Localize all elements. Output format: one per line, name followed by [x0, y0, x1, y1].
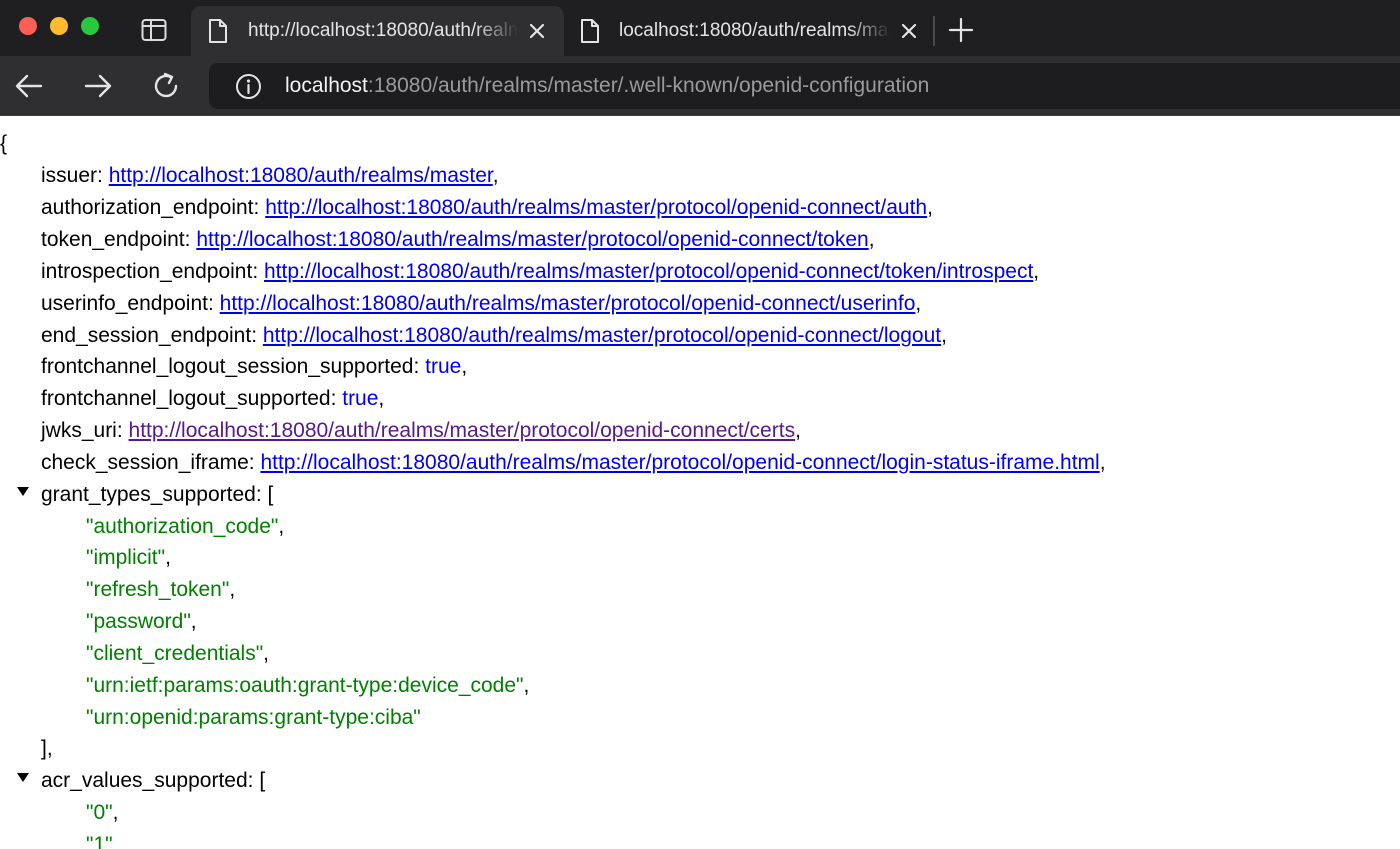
minimize-window-button[interactable] — [50, 17, 68, 35]
json-entry-token-endpoint: token_endpoint: http://localhost:18080/a… — [41, 228, 875, 251]
json-key: grant_types_supported — [41, 483, 256, 506]
json-key: jwks_uri — [41, 419, 117, 442]
json-array-item: "password", — [86, 610, 197, 633]
collapse-triangle-icon[interactable] — [17, 773, 29, 782]
json-key: introspection_endpoint — [41, 260, 253, 283]
json-string-value: "refresh_token" — [86, 578, 230, 601]
tab-title: localhost:18080/auth/realms/master/.well… — [619, 20, 891, 41]
tab-bar: http://localhost:18080/auth/realms/maste… — [0, 0, 1400, 56]
json-boolean-value: true — [425, 355, 462, 378]
json-array-item: "0", — [86, 801, 119, 824]
json-array-item: "implicit", — [86, 546, 171, 569]
json-url-link[interactable]: http://localhost:18080/auth/realms/maste… — [220, 292, 916, 315]
json-string-value: "password" — [86, 610, 191, 633]
address-bar-url[interactable]: localhost:18080/auth/realms/master/.well… — [285, 74, 929, 98]
close-tab-icon[interactable] — [527, 21, 547, 41]
json-key: authorization_endpoint — [41, 196, 254, 219]
json-string-value: "authorization_code" — [86, 515, 279, 538]
json-key: acr_values_supported — [41, 769, 248, 792]
json-array-close: ], — [41, 737, 53, 760]
json-array-item: "authorization_code", — [86, 515, 285, 538]
json-entry-issuer: issuer: http://localhost:18080/auth/real… — [41, 164, 499, 187]
json-key: token_endpoint — [41, 228, 185, 251]
json-string-value: "1" — [86, 833, 113, 849]
json-viewer: { issuer: http://localhost:18080/auth/re… — [0, 117, 1400, 849]
json-key: issuer — [41, 164, 98, 187]
json-key: userinfo_endpoint — [41, 292, 208, 315]
json-url-link[interactable]: http://localhost:18080/auth/realms/maste… — [129, 419, 796, 442]
json-array-item: "urn:openid:params:grant-type:ciba" — [86, 702, 421, 734]
back-arrow-icon[interactable] — [13, 70, 45, 102]
json-entry-jwks-uri: jwks_uri: http://localhost:18080/auth/re… — [41, 419, 801, 442]
json-key: check_session_iframe — [41, 451, 249, 474]
json-url-link[interactable]: http://localhost:18080/auth/realms/maste… — [265, 196, 927, 219]
json-key: frontchannel_logout_session_supported — [41, 355, 414, 378]
tab-title: http://localhost:18080/auth/realms/maste… — [248, 20, 518, 41]
maximize-window-button[interactable] — [81, 17, 99, 35]
collapse-triangle-icon[interactable] — [17, 487, 29, 496]
page-icon — [209, 19, 227, 43]
json-url-link[interactable]: http://localhost:18080/auth/realms/maste… — [196, 228, 868, 251]
json-url-link[interactable]: http://localhost:18080/auth/realms/maste… — [109, 164, 493, 187]
json-array-open: [ — [259, 769, 266, 792]
json-entry-end-session-endpoint: end_session_endpoint: http://localhost:1… — [41, 324, 947, 347]
json-array-item: "1" — [86, 829, 113, 849]
json-url-link[interactable]: http://localhost:18080/auth/realms/maste… — [263, 324, 941, 347]
json-array-item: "client_credentials", — [86, 642, 270, 665]
json-entry-check-session-iframe: check_session_iframe: http://localhost:1… — [41, 451, 1106, 474]
tab-divider — [933, 16, 935, 46]
json-entry-userinfo-endpoint: userinfo_endpoint: http://localhost:1808… — [41, 292, 922, 315]
json-open-brace: { — [0, 132, 8, 155]
tab-inactive[interactable]: localhost:18080/auth/realms/master/.well… — [566, 6, 934, 56]
json-url-link[interactable]: http://localhost:18080/auth/realms/maste… — [260, 451, 1099, 474]
json-key: end_session_endpoint — [41, 324, 252, 347]
sidebar-toggle-icon[interactable] — [141, 18, 167, 42]
info-icon[interactable] — [235, 73, 262, 100]
json-string-value: "urn:ietf:params:oauth:grant-type:device… — [86, 674, 524, 697]
json-array-open: [ — [267, 483, 274, 506]
json-url-link[interactable]: http://localhost:18080/auth/realms/maste… — [264, 260, 1033, 283]
json-array-item: "refresh_token", — [86, 578, 236, 601]
json-entry-acr-values-supported: acr_values_supported: [ — [41, 769, 266, 792]
new-tab-icon[interactable] — [948, 17, 974, 43]
json-boolean-value: true — [342, 387, 379, 410]
close-tab-icon[interactable] — [899, 21, 919, 41]
json-string-value: "0" — [86, 801, 113, 824]
reload-icon[interactable] — [150, 70, 182, 102]
json-entry-authorization-endpoint: authorization_endpoint: http://localhost… — [41, 196, 933, 219]
json-string-value: "urn:openid:params:grant-type:ciba" — [86, 706, 421, 729]
json-string-value: "implicit" — [86, 546, 166, 569]
json-array-item: "urn:ietf:params:oauth:grant-type:device… — [86, 674, 530, 697]
navigation-toolbar: localhost:18080/auth/realms/master/.well… — [0, 56, 1400, 116]
address-bar[interactable]: localhost:18080/auth/realms/master/.well… — [209, 63, 1400, 109]
url-path: :18080/auth/realms/master/.well-known/op… — [367, 74, 930, 97]
json-string-value: "client_credentials" — [86, 642, 264, 665]
tab-active[interactable]: http://localhost:18080/auth/realms/maste… — [191, 6, 564, 56]
url-host: localhost — [285, 74, 368, 97]
json-entry-frontchannel-logout-supported: frontchannel_logout_supported: true, — [41, 387, 385, 410]
json-entry-introspection-endpoint: introspection_endpoint: http://localhost… — [41, 260, 1040, 283]
close-window-button[interactable] — [19, 17, 37, 35]
json-entry-grant-types-supported: grant_types_supported: [ — [41, 483, 274, 506]
page-icon — [581, 19, 599, 43]
forward-arrow-icon[interactable] — [82, 70, 114, 102]
json-key: frontchannel_logout_supported — [41, 387, 331, 410]
json-entry-frontchannel-logout-session-supported: frontchannel_logout_session_supported: t… — [41, 355, 468, 378]
